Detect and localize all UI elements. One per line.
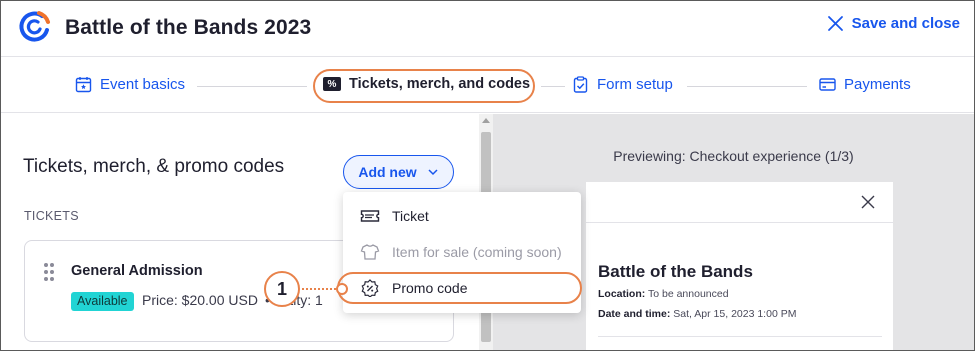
save-and-close-button[interactable]: Save and close	[827, 15, 960, 32]
step-label: Payments	[844, 76, 911, 93]
preview-label: Previewing: Checkout experience (1/3)	[613, 148, 854, 164]
step-label: Form setup	[597, 76, 673, 93]
step-event-basics[interactable]: Event basics	[75, 76, 185, 93]
calendar-icon	[75, 77, 92, 93]
close-icon[interactable]	[861, 195, 875, 209]
preview-card: Battle of the Bands Location: To be anno…	[586, 182, 893, 350]
promo-code-highlight	[337, 272, 582, 304]
step-connector	[197, 86, 307, 87]
drag-handle-icon[interactable]	[44, 263, 56, 283]
shirt-icon	[360, 244, 380, 260]
preview-event-title: Battle of the Bands	[598, 262, 753, 281]
add-new-button[interactable]: Add new	[343, 155, 454, 189]
save-and-close-label: Save and close	[851, 15, 960, 32]
credit-card-icon	[819, 78, 836, 91]
menu-item-label: Ticket	[392, 208, 429, 224]
menu-item-item-for-sale: Item for sale (coming soon)	[343, 234, 581, 270]
app-window: Battle of the Bands 2023 Save and close …	[0, 0, 975, 351]
step-form-setup[interactable]: Form setup	[572, 76, 673, 93]
preview-location: Location: To be announced	[598, 288, 729, 300]
preview-datetime: Date and time: Sat, Apr 15, 2023 1:00 PM	[598, 308, 796, 320]
section-label-tickets: TICKETS	[24, 209, 79, 223]
menu-item-ticket[interactable]: Ticket	[343, 198, 581, 234]
clipboard-check-icon	[573, 76, 588, 93]
divider	[586, 222, 893, 223]
location-value: To be announced	[647, 288, 729, 300]
callout-connector	[302, 288, 336, 290]
divider	[598, 336, 882, 337]
chevron-down-icon	[428, 169, 438, 176]
ticket-icon	[360, 210, 380, 222]
ticket-name: General Admission	[71, 263, 203, 279]
page-title: Battle of the Bands 2023	[65, 16, 312, 39]
ticket-price: Price: $20.00 USD	[142, 292, 258, 308]
scroll-up-arrow-icon[interactable]	[482, 118, 490, 123]
step-connector	[541, 86, 565, 87]
menu-item-label: Item for sale (coming soon)	[392, 244, 562, 260]
top-header: Battle of the Bands 2023 Save and close	[1, 1, 974, 57]
status-badge: Available	[71, 292, 134, 311]
callout-number-badge: 1	[264, 271, 300, 307]
add-new-label: Add new	[358, 164, 417, 180]
step-payments[interactable]: Payments	[819, 76, 911, 93]
datetime-label: Date and time:	[598, 308, 671, 320]
close-icon	[827, 16, 843, 31]
brand-logo-icon	[19, 11, 50, 42]
callout-pointer	[336, 283, 348, 295]
step-label: Event basics	[100, 76, 186, 93]
location-label: Location:	[598, 288, 646, 300]
panel-title: Tickets, merch, & promo codes	[23, 156, 285, 177]
datetime-value: Sat, Apr 15, 2023 1:00 PM	[673, 308, 797, 320]
active-step-highlight	[313, 69, 535, 103]
step-connector	[687, 86, 807, 87]
